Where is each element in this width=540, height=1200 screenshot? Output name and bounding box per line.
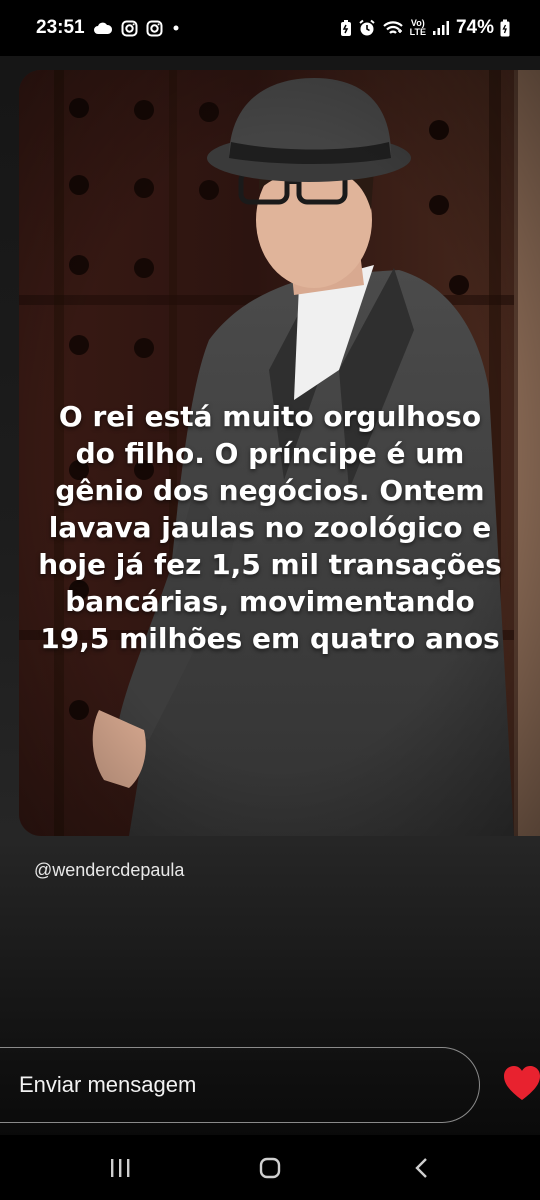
story-caption: O rei está muito orgulhoso do filho. O p…	[38, 400, 502, 655]
back-button[interactable]	[402, 1153, 442, 1183]
instagram-icon	[121, 20, 138, 37]
recents-button[interactable]	[100, 1153, 140, 1183]
status-time: 23:51	[36, 17, 85, 38]
battery-icon	[500, 19, 510, 37]
alarm-icon	[358, 19, 376, 37]
heart-icon	[504, 1066, 540, 1100]
recents-icon	[111, 1159, 130, 1177]
signal-icon	[432, 20, 450, 36]
home-button[interactable]	[250, 1153, 290, 1183]
story-username[interactable]: @wendercdepaula	[34, 860, 184, 881]
navigation-bar	[0, 1135, 540, 1200]
network-type-label: Vo) LTE	[409, 18, 426, 37]
wifi-icon	[382, 19, 404, 37]
cloud-icon	[93, 21, 113, 35]
status-bar: 23:51 Vo) LTE 74%	[0, 0, 540, 56]
battery-saver-icon	[340, 19, 352, 37]
back-icon	[415, 1158, 427, 1178]
instagram-icon	[146, 20, 163, 37]
battery-percent: 74%	[455, 17, 494, 38]
home-icon	[259, 1157, 281, 1179]
dot-icon	[171, 23, 181, 33]
story-card[interactable]: O rei está muito orgulhoso do filho. O p…	[19, 70, 540, 836]
story-screen: 23:51 Vo) LTE 74% O rei está muito orgul…	[0, 0, 540, 1200]
like-button[interactable]	[502, 1064, 540, 1104]
send-message-input[interactable]	[0, 1047, 480, 1123]
